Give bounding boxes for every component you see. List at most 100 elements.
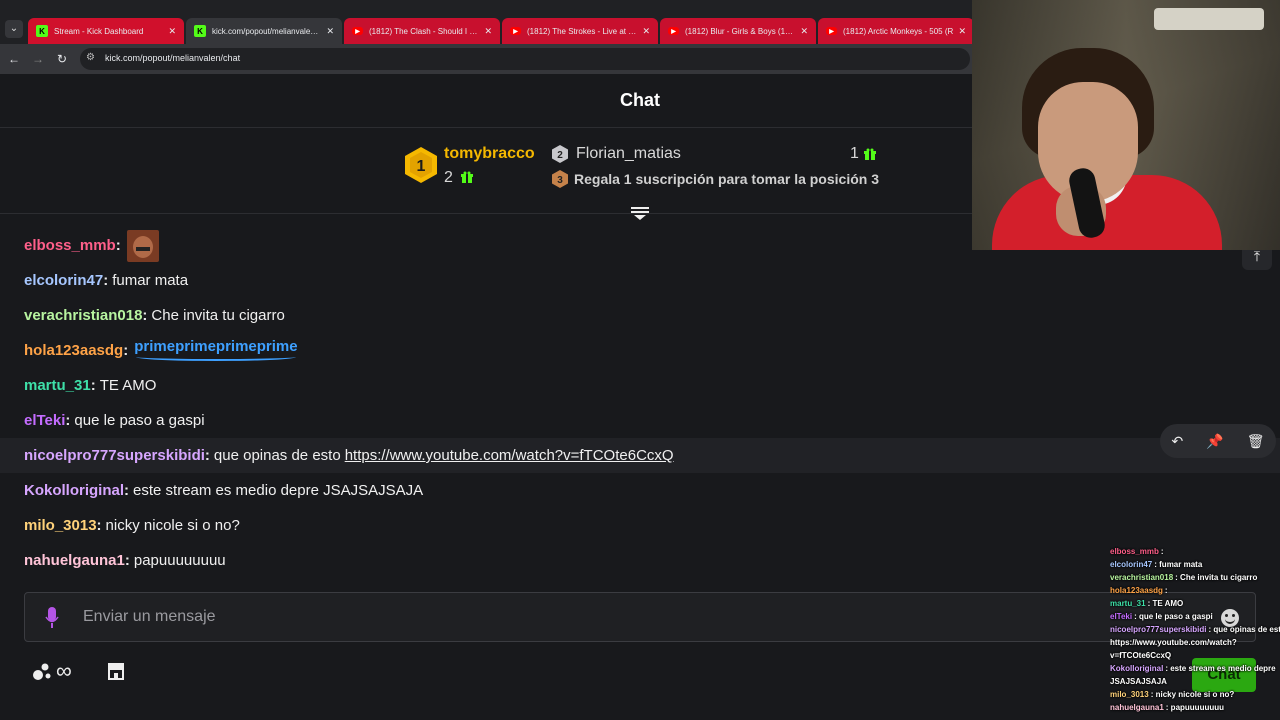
chat-message[interactable]: nicoelpro777superskibidi: que opinas de e… bbox=[0, 438, 1280, 473]
leaderboard-first-count: 2 bbox=[444, 169, 453, 186]
chat-message[interactable]: elTeki: que le paso a gaspi bbox=[0, 403, 1280, 438]
tab-label: (1812) The Strokes - Live at MTV bbox=[527, 26, 639, 36]
chat-username[interactable]: verachristian018 bbox=[24, 307, 142, 324]
tab-label: (1812) The Clash - Should I Stay bbox=[369, 26, 481, 36]
leaderboard-first-name[interactable]: tomybracco bbox=[444, 145, 535, 163]
chat-username[interactable]: elboss_mmb bbox=[24, 237, 116, 254]
chat-username[interactable]: hola123aasdg bbox=[24, 342, 123, 359]
overlay-username: milo_3013 bbox=[1110, 690, 1149, 699]
close-icon[interactable]: ✕ bbox=[326, 26, 334, 37]
overlay-username: elcolorin47 bbox=[1110, 560, 1153, 569]
close-icon[interactable]: ✕ bbox=[642, 26, 650, 37]
rank-3-badge-icon: 3 bbox=[552, 170, 568, 188]
rank-1-badge-icon: 1 bbox=[404, 146, 438, 184]
overlay-username: nicoelpro777superskibidi bbox=[1110, 625, 1207, 634]
overlay-message-text: : nicky nicole si o no? bbox=[1150, 690, 1235, 699]
rank-3-number: 3 bbox=[557, 175, 563, 186]
chat-message-text: nicky nicole si o no? bbox=[105, 517, 240, 534]
chat-separator: : bbox=[204, 447, 210, 464]
chat-message-link[interactable]: https://www.youtube.com/watch?v=fTCOte6C… bbox=[345, 447, 674, 464]
collapse-leaderboard-icon[interactable] bbox=[630, 206, 650, 220]
close-icon[interactable]: ✕ bbox=[484, 26, 492, 37]
chat-message[interactable]: Kokolloriginal: este stream es medio depr… bbox=[0, 473, 1280, 508]
prime-emote[interactable]: primeprimeprimeprime bbox=[134, 338, 298, 361]
overlay-chat-line: https://www.youtube.com/watch? bbox=[1110, 637, 1280, 649]
site-info-icon[interactable]: ⚙ bbox=[86, 52, 95, 63]
url-bar[interactable]: ⚙ kick.com/popout/melianvalen/chat bbox=[80, 48, 970, 70]
kick-icon: K bbox=[36, 25, 48, 37]
chat-message[interactable]: nahuelgauna1: papuuuuuuuu bbox=[0, 543, 1280, 578]
overlay-username: martu_31 bbox=[1110, 599, 1146, 608]
chat-message[interactable]: milo_3013: nicky nicole si o no? bbox=[0, 508, 1280, 543]
delete-icon[interactable]: 🗑 bbox=[1247, 433, 1265, 450]
chat-message-input[interactable] bbox=[83, 608, 1083, 626]
overlay-chat-line: verachristian018: Che invita tu cigarro bbox=[1110, 572, 1280, 584]
chat-separator: : bbox=[103, 272, 109, 289]
chat-username[interactable]: Kokolloriginal bbox=[24, 482, 124, 499]
overlay-username: nahuelgauna1 bbox=[1110, 703, 1164, 712]
kick-icon: K bbox=[194, 25, 206, 37]
chat-message[interactable]: hola123aasdg: primeprimeprimeprime bbox=[0, 333, 1280, 368]
overlay-message-text: : bbox=[1164, 586, 1168, 595]
back-arrow-icon[interactable]: ← bbox=[6, 51, 22, 67]
channel-points-icon[interactable] bbox=[32, 662, 52, 682]
microphone-icon[interactable] bbox=[45, 607, 59, 629]
overlay-message-text: JSAJSAJSAJA bbox=[1110, 677, 1167, 686]
youtube-icon: ▶ bbox=[826, 27, 837, 35]
browser-tab[interactable]: ▶ (1812) Blur - Girls & Boys (1994) ✕ bbox=[660, 18, 816, 44]
leaderboard-second-count: 1 bbox=[850, 145, 859, 162]
rank-2-number: 2 bbox=[557, 150, 563, 161]
chat-username[interactable]: milo_3013 bbox=[24, 517, 97, 534]
youtube-icon: ▶ bbox=[668, 27, 679, 35]
overlay-chat-line: JSAJSAJSAJA bbox=[1110, 676, 1280, 688]
tab-label: (1812) Arctic Monkeys - 505 (R bbox=[843, 26, 954, 36]
overlay-chat-line: elTeki: que le paso a gaspi bbox=[1110, 611, 1280, 623]
close-icon[interactable]: ✕ bbox=[800, 26, 808, 37]
chat-username[interactable]: elTeki bbox=[24, 412, 65, 429]
overlay-chat-line: Kokolloriginal: este stream es medio dep… bbox=[1110, 663, 1280, 675]
overlay-chat-line: martu_31: TE AMO bbox=[1110, 598, 1280, 610]
chat-username[interactable]: nicoelpro777superskibidi bbox=[24, 447, 205, 464]
tab-label: (1812) Blur - Girls & Boys (1994) bbox=[685, 26, 797, 36]
pin-message-icon[interactable]: 📌 bbox=[1206, 433, 1223, 450]
chat-separator: : bbox=[96, 517, 102, 534]
chat-message[interactable]: verachristian018: Che invita tu cigarro bbox=[0, 298, 1280, 333]
chevron-down-icon[interactable]: ⌄ bbox=[5, 20, 23, 38]
chat-username[interactable]: nahuelgauna1 bbox=[24, 552, 125, 569]
close-icon[interactable]: ✕ bbox=[168, 26, 176, 37]
overlay-message-text: : bbox=[1160, 547, 1164, 556]
overlay-message-text: https://www.youtube.com/watch? bbox=[1110, 638, 1237, 647]
browser-tab[interactable]: ▶ (1812) The Strokes - Live at MTV ✕ bbox=[502, 18, 658, 44]
chat-message[interactable]: elcolorin47: fumar mata bbox=[0, 263, 1280, 298]
overlay-message-text: : papuuuuuuuu bbox=[1165, 703, 1224, 712]
url-text: kick.com/popout/melianvalen/chat bbox=[105, 53, 241, 63]
reply-icon[interactable]: ↶ bbox=[1172, 433, 1184, 450]
youtube-icon: ▶ bbox=[510, 27, 521, 35]
overlay-chat-line: nahuelgauna1: papuuuuuuuu bbox=[1110, 702, 1280, 714]
forward-arrow-icon[interactable]: → bbox=[30, 51, 46, 67]
emote-icon[interactable] bbox=[126, 229, 159, 262]
store-icon[interactable] bbox=[106, 661, 126, 681]
overlay-message-text: : que le paso a gaspi bbox=[1134, 612, 1213, 621]
chat-separator: : bbox=[65, 412, 71, 429]
chat-message[interactable]: martu_31: TE AMO bbox=[0, 368, 1280, 403]
browser-tab[interactable]: K Stream - Kick Dashboard ✕ bbox=[28, 18, 184, 44]
chat-message-text: papuuuuuuuu bbox=[133, 552, 226, 569]
rank-1-number: 1 bbox=[417, 158, 426, 175]
message-actions: ↶ 📌 🗑 bbox=[1160, 424, 1276, 458]
chat-message-text: que le paso a gaspi bbox=[74, 412, 205, 429]
gift-icon bbox=[864, 148, 876, 160]
overlay-message-text: : Che invita tu cigarro bbox=[1175, 573, 1258, 582]
chat-message-list[interactable]: elboss_mmb: elcolorin47: fumar mata verachr… bbox=[0, 228, 1280, 578]
chat-message-text: TE AMO bbox=[99, 377, 157, 394]
chat-username[interactable]: martu_31 bbox=[24, 377, 91, 394]
chat-message-text: fumar mata bbox=[112, 272, 189, 289]
chat-username[interactable]: elcolorin47 bbox=[24, 272, 103, 289]
browser-tab[interactable]: ▶ (1812) Arctic Monkeys - 505 (R ✕ bbox=[818, 18, 974, 44]
leaderboard-second-name[interactable]: Florian_matias bbox=[576, 145, 681, 163]
reload-icon[interactable]: ↻ bbox=[54, 51, 70, 67]
tab-label: Stream - Kick Dashboard bbox=[54, 26, 144, 36]
close-icon[interactable]: ✕ bbox=[958, 26, 966, 37]
browser-tab[interactable]: Kkick.com/popout/melianvalen/chat ✕ bbox=[186, 18, 342, 44]
browser-tab[interactable]: ▶ (1812) The Clash - Should I Stay ✕ bbox=[344, 18, 500, 44]
